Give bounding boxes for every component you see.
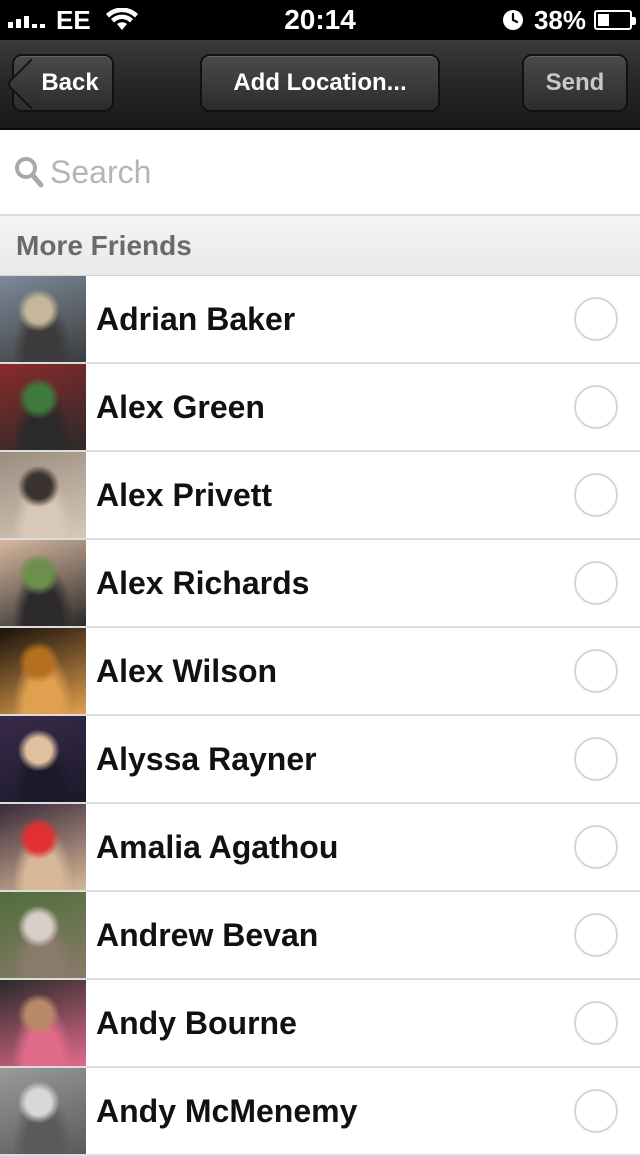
friend-row[interactable]: Alex Richards [0, 540, 640, 628]
status-right: 38% [502, 0, 636, 40]
select-friend-checkbox[interactable] [574, 649, 618, 693]
friend-name: Amalia Agathou [96, 829, 339, 865]
friend-name: Andy McMenemy [96, 1093, 358, 1129]
friend-row[interactable]: Alyssa Rayner [0, 716, 640, 804]
section-header-more-friends: More Friends [0, 216, 640, 276]
navigation-bar: Back Add Location... Send [0, 40, 640, 130]
friend-name: Alex Wilson [96, 653, 278, 689]
search-input[interactable] [50, 153, 610, 191]
friend-name: Alyssa Rayner [96, 741, 317, 777]
friend-row[interactable]: Amalia Agathou [0, 804, 640, 892]
battery-level-fill [598, 14, 609, 26]
friend-avatar [0, 980, 86, 1066]
section-title: More Friends [16, 230, 192, 261]
friend-list: Adrian Baker Alex Green Alex Privett Alex R… [0, 276, 640, 1156]
friend-name: Adrian Baker [96, 301, 296, 337]
back-button-label: Back [41, 69, 99, 96]
friend-name: Andy Bourne [96, 1005, 297, 1041]
select-friend-checkbox[interactable] [574, 473, 618, 517]
friend-avatar [0, 892, 86, 978]
back-button[interactable]: Back [12, 54, 114, 112]
friend-avatar [0, 276, 86, 362]
select-friend-checkbox[interactable] [574, 737, 618, 781]
send-button[interactable]: Send [522, 54, 628, 112]
send-button-label: Send [545, 69, 605, 96]
select-friend-checkbox[interactable] [574, 913, 618, 957]
friend-avatar [0, 364, 86, 450]
friend-avatar [0, 804, 86, 890]
add-location-label: Add Location... [233, 69, 407, 96]
friend-row[interactable]: Alex Wilson [0, 628, 640, 716]
friend-avatar [0, 540, 86, 626]
select-friend-checkbox[interactable] [574, 385, 618, 429]
friend-name: Alex Privett [96, 477, 273, 513]
battery-icon [594, 10, 636, 30]
select-friend-checkbox[interactable] [574, 825, 618, 869]
friend-row[interactable]: Alex Green [0, 364, 640, 452]
select-friend-checkbox[interactable] [574, 297, 618, 341]
friend-avatar [0, 716, 86, 802]
friend-name: Alex Richards [96, 565, 310, 601]
add-location-button[interactable]: Add Location... [200, 54, 440, 112]
friend-avatar [0, 452, 86, 538]
friend-row[interactable]: Alex Privett [0, 452, 640, 540]
friend-row[interactable]: Adrian Baker [0, 276, 640, 364]
friend-name: Andrew Bevan [96, 917, 319, 953]
alarm-clock-icon [502, 10, 523, 30]
select-friend-checkbox[interactable] [574, 1089, 618, 1133]
search-icon [15, 157, 44, 188]
friend-row[interactable]: Andrew Bevan [0, 892, 640, 980]
select-friend-checkbox[interactable] [574, 561, 618, 605]
friend-row[interactable]: Andy McMenemy [0, 1068, 640, 1156]
friend-name: Alex Green [96, 389, 265, 425]
friend-avatar [0, 628, 86, 714]
friend-row[interactable]: Andy Bourne [0, 980, 640, 1068]
status-bar: EE 20:14 38% [0, 0, 640, 40]
battery-percentage: 38% [533, 4, 586, 35]
search-bar [0, 130, 640, 216]
select-friend-checkbox[interactable] [574, 1001, 618, 1045]
friend-avatar [0, 1068, 86, 1154]
